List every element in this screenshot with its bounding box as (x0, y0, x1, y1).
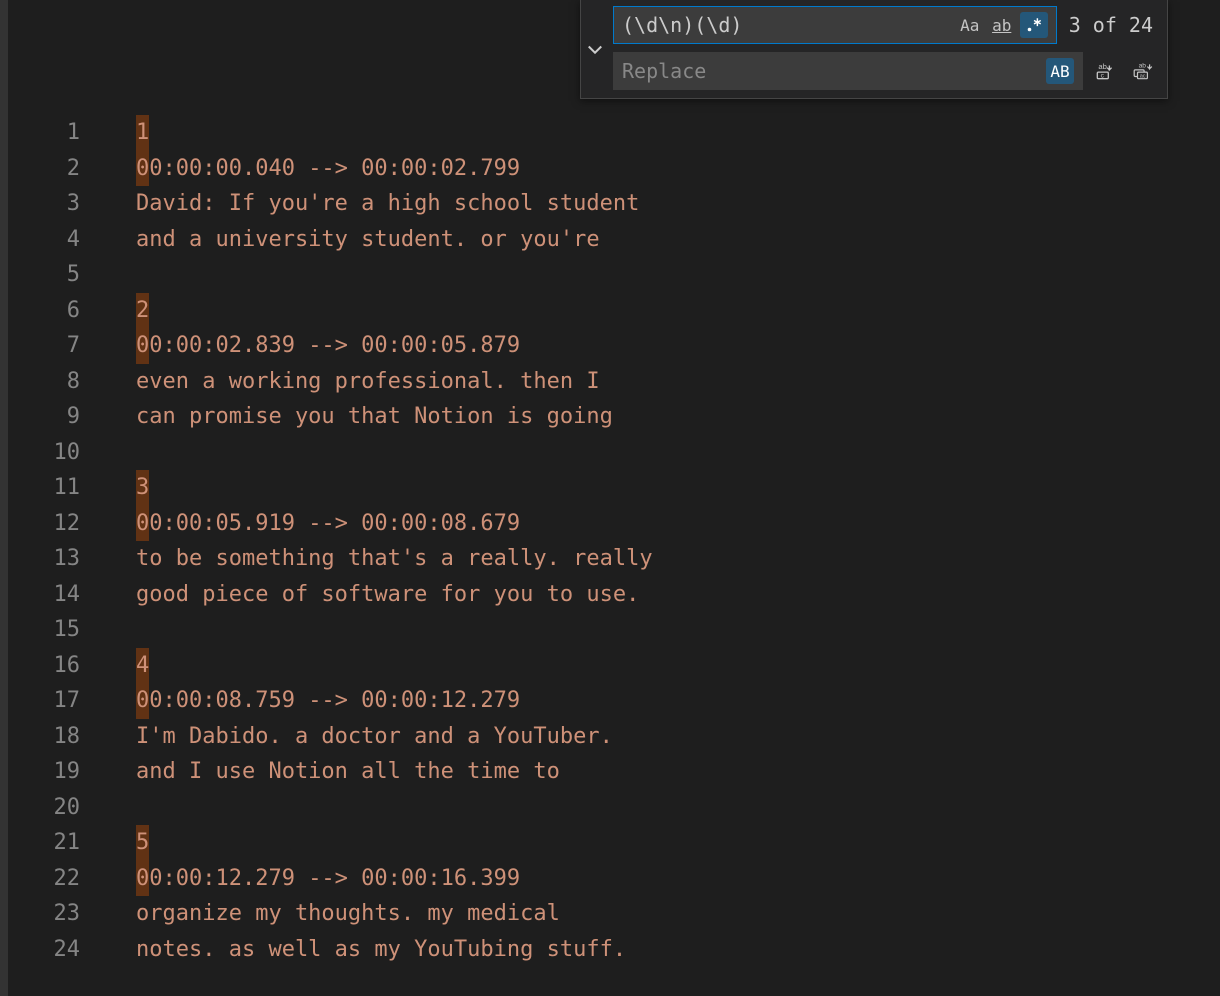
code-line[interactable]: 00:00:08.759 --> 00:00:12.279 (136, 683, 1220, 719)
code-line[interactable]: notes. as well as my YouTubing stuff. (136, 932, 1220, 968)
match-count: 3 of 24 (1063, 13, 1159, 37)
code-line[interactable]: even a working professional. then I (136, 364, 1220, 400)
search-match-highlight: 0 (136, 151, 149, 187)
search-match-highlight: 4 (136, 648, 149, 684)
code-line[interactable]: 00:00:02.839 --> 00:00:05.879 (136, 328, 1220, 364)
code-line[interactable] (136, 612, 1220, 648)
code-line[interactable]: 00:00:12.279 --> 00:00:16.399 (136, 861, 1220, 897)
code-line[interactable]: and I use Notion all the time to (136, 754, 1220, 790)
editor-pane: 123456789101112131415161718192021222324 … (8, 0, 1220, 996)
code-line[interactable]: to be something that's a really. really (136, 541, 1220, 577)
find-row: (\d\n)(\d) Aa ab 3 of 24 (613, 6, 1159, 44)
match-case-toggle[interactable]: Aa (956, 12, 984, 38)
line-number: 16 (8, 648, 108, 684)
line-number: 20 (8, 790, 108, 826)
code-line[interactable]: 00:00:05.919 --> 00:00:08.679 (136, 506, 1220, 542)
regex-toggle[interactable] (1020, 12, 1048, 38)
regex-icon (1025, 16, 1043, 34)
search-match-highlight: 0 (136, 861, 149, 897)
replace-one-button[interactable]: ab c (1089, 55, 1121, 87)
svg-text:ac: ac (1140, 74, 1146, 80)
search-match-highlight: 0 (136, 506, 149, 542)
line-number: 14 (8, 577, 108, 613)
replace-row: Replace AB ab c ab ac (613, 52, 1159, 90)
replace-all-button[interactable]: ab ac (1127, 55, 1159, 87)
find-input[interactable]: (\d\n)(\d) Aa ab (613, 6, 1057, 44)
replace-one-icon: ab c (1094, 60, 1116, 82)
line-number: 19 (8, 754, 108, 790)
search-match-highlight: 3 (136, 470, 149, 506)
replace-input[interactable]: Replace AB (613, 52, 1083, 90)
line-number: 5 (8, 257, 108, 293)
code-line[interactable]: can promise you that Notion is going (136, 399, 1220, 435)
line-number: 17 (8, 683, 108, 719)
whole-word-toggle[interactable]: ab (988, 12, 1016, 38)
search-match-highlight: 1 (136, 115, 149, 151)
line-number: 2 (8, 151, 108, 187)
find-body: (\d\n)(\d) Aa ab 3 of 24 Replace (609, 0, 1167, 98)
chevron-down-icon (585, 39, 605, 59)
code-line[interactable]: and a university student. or you're (136, 222, 1220, 258)
line-number: 18 (8, 719, 108, 755)
line-number-gutter: 123456789101112131415161718192021222324 (8, 115, 108, 996)
line-number: 21 (8, 825, 108, 861)
code-line[interactable]: 5 (136, 825, 1220, 861)
code-line[interactable]: 2 (136, 293, 1220, 329)
line-number: 22 (8, 861, 108, 897)
line-number: 10 (8, 435, 108, 471)
svg-text:ab: ab (1098, 62, 1107, 71)
code-line[interactable]: 3 (136, 470, 1220, 506)
code-line[interactable]: good piece of software for you to use. (136, 577, 1220, 613)
code-line[interactable]: David: If you're a high school student (136, 186, 1220, 222)
search-match-highlight: 0 (136, 683, 149, 719)
line-number: 11 (8, 470, 108, 506)
code-line[interactable]: 00:00:00.040 --> 00:00:02.799 (136, 151, 1220, 187)
toggle-replace-button[interactable] (581, 0, 609, 98)
line-number: 12 (8, 506, 108, 542)
code-line[interactable] (136, 257, 1220, 293)
search-match-highlight: 0 (136, 328, 149, 364)
code-line[interactable]: I'm Dabido. a doctor and a YouTuber. (136, 719, 1220, 755)
preserve-case-toggle[interactable]: AB (1046, 58, 1074, 84)
replace-input-options: AB (1046, 58, 1074, 84)
replace-placeholder: Replace (622, 59, 1046, 83)
find-replace-widget: (\d\n)(\d) Aa ab 3 of 24 Replace (580, 0, 1168, 99)
line-number: 9 (8, 399, 108, 435)
code-line[interactable]: 1 (136, 115, 1220, 151)
line-number: 15 (8, 612, 108, 648)
line-number: 6 (8, 293, 108, 329)
activity-bar-edge (0, 0, 8, 996)
code-area[interactable]: 100:00:00.040 --> 00:00:02.799David: If … (136, 115, 1220, 996)
line-number: 7 (8, 328, 108, 364)
line-number: 1 (8, 115, 108, 151)
replace-all-icon: ab ac (1132, 60, 1154, 82)
line-number: 13 (8, 541, 108, 577)
code-line[interactable] (136, 435, 1220, 471)
line-number: 4 (8, 222, 108, 258)
line-number: 3 (8, 186, 108, 222)
search-match-highlight: 5 (136, 825, 149, 861)
find-input-options: Aa ab (956, 12, 1048, 38)
line-number: 8 (8, 364, 108, 400)
code-line[interactable]: organize my thoughts. my medical (136, 896, 1220, 932)
search-match-highlight: 2 (136, 293, 149, 329)
svg-text:ab: ab (1139, 63, 1147, 70)
line-number: 24 (8, 932, 108, 968)
code-line[interactable]: 4 (136, 648, 1220, 684)
code-line[interactable] (136, 790, 1220, 826)
line-number: 23 (8, 896, 108, 932)
find-input-value: (\d\n)(\d) (622, 13, 956, 37)
